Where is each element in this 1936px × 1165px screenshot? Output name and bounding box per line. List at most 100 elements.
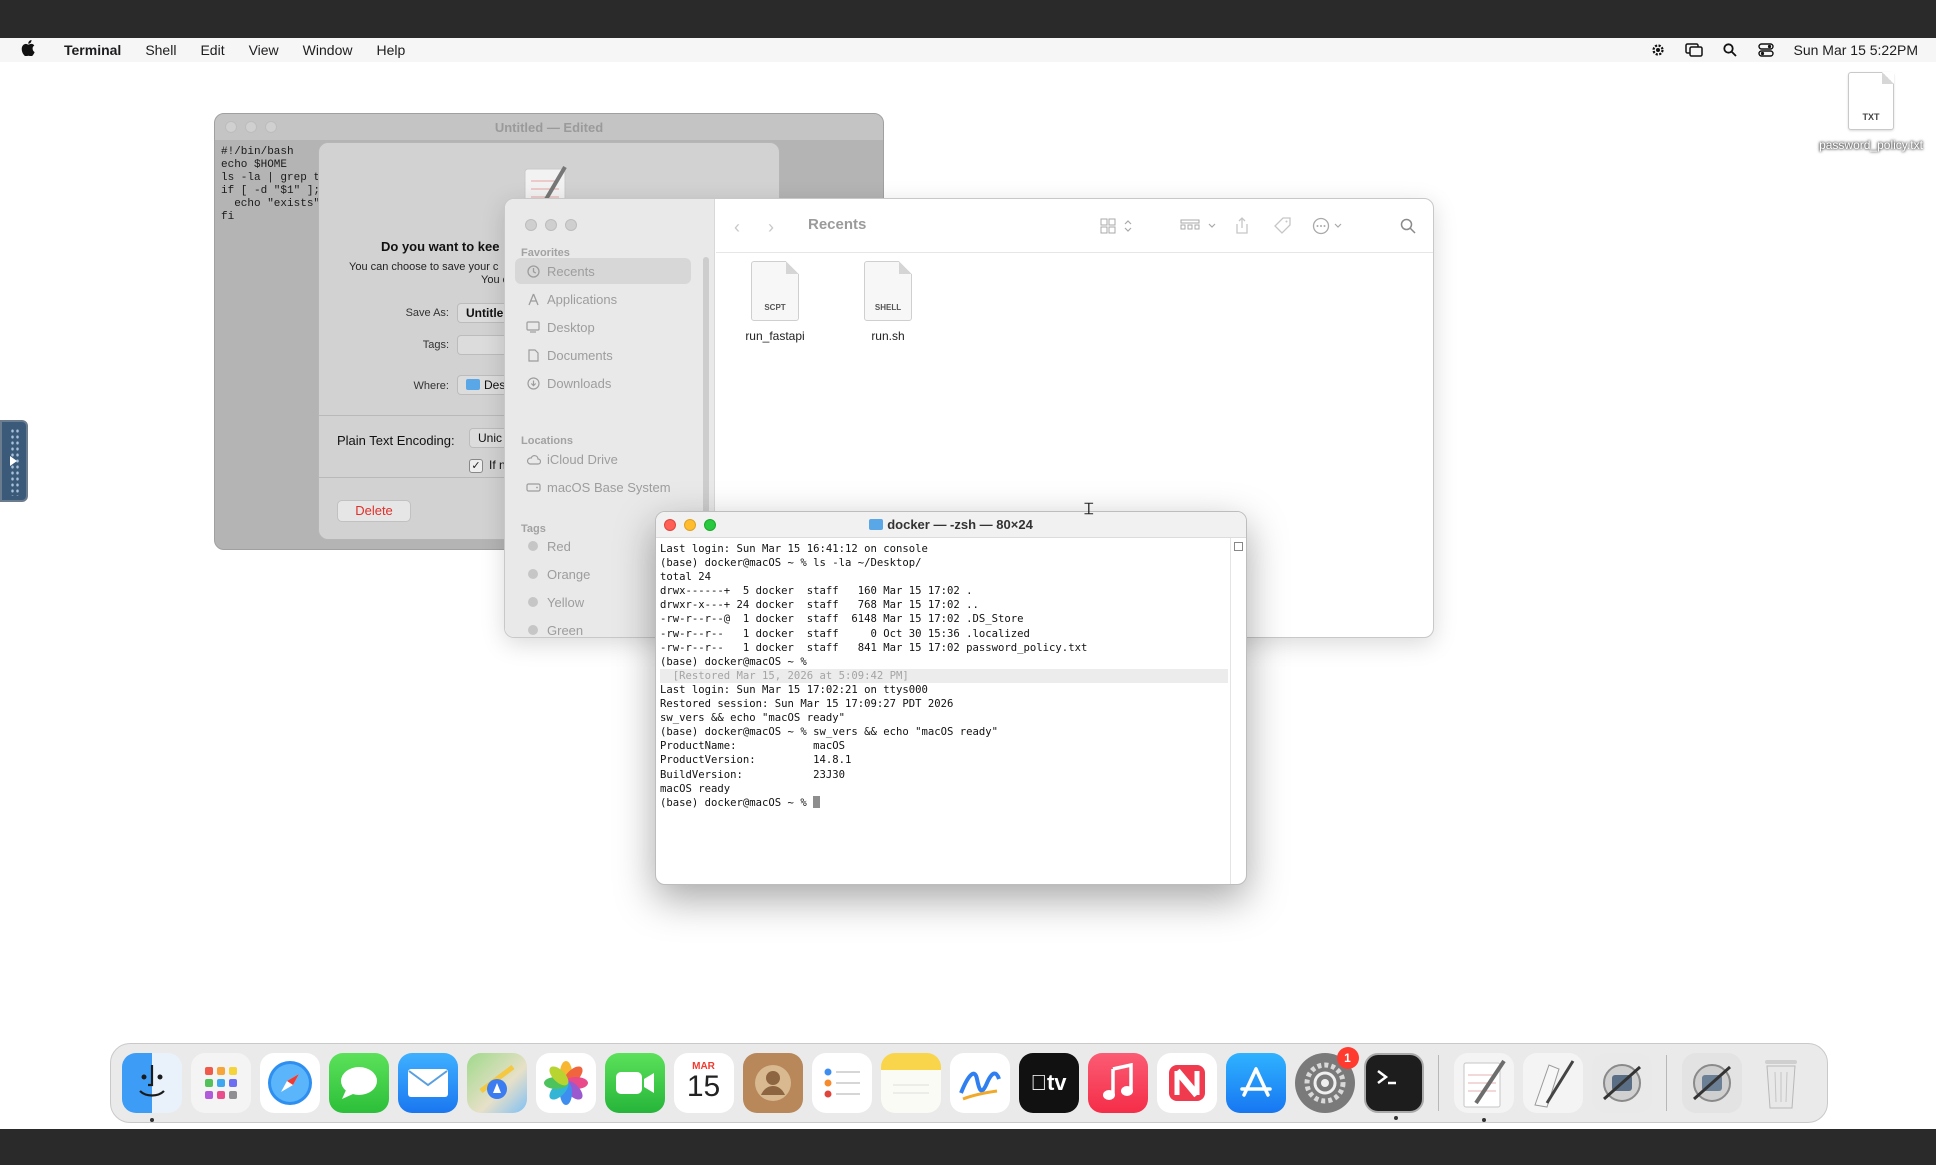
more-actions-icon[interactable] xyxy=(1312,215,1346,237)
dock-trash[interactable] xyxy=(1751,1053,1811,1113)
document-icon xyxy=(525,347,541,363)
finder-minimize-button[interactable] xyxy=(545,219,557,231)
dock-facetime[interactable] xyxy=(604,1053,665,1113)
terminal-line: -rw-r--r--@ 1 docker staff 6148 Mar 15 1… xyxy=(660,613,1024,626)
folder-icon xyxy=(869,519,884,530)
menu-clock[interactable]: Sun Mar 15 5:22PM xyxy=(1793,42,1918,58)
text-cursor xyxy=(813,795,821,808)
dock-terminal[interactable] xyxy=(1363,1053,1424,1120)
dock-automator[interactable] xyxy=(1591,1053,1652,1113)
file-run-sh[interactable]: SHELL run.sh xyxy=(838,261,938,343)
desktop-file-password-policy[interactable]: TXT password_policy.txt xyxy=(1806,72,1936,152)
dock-apple-tv[interactable]: tv xyxy=(1018,1053,1079,1113)
dock-launchpad[interactable] xyxy=(190,1053,251,1113)
video-camera-icon xyxy=(615,1072,654,1094)
dock-app-store[interactable] xyxy=(1225,1053,1286,1113)
terminal-titlebar: docker — -zsh — 80×24 xyxy=(656,512,1246,538)
dock-downloads-stack[interactable] xyxy=(1681,1053,1742,1113)
side-panel-handle[interactable] xyxy=(0,420,28,502)
dock-mail[interactable] xyxy=(397,1053,458,1113)
sidebar-item-desktop[interactable]: Desktop xyxy=(515,314,691,340)
where-label: Where: xyxy=(413,380,449,392)
list-bullets-icon xyxy=(824,1068,860,1098)
finder-close-button[interactable] xyxy=(525,219,537,231)
finder-title: Recents xyxy=(808,216,867,233)
terminal-prompt-line[interactable]: (base) docker@macOS ~ % xyxy=(660,795,1228,810)
dock-photos[interactable] xyxy=(535,1053,596,1113)
menu-edit[interactable]: Edit xyxy=(200,42,224,58)
search-icon[interactable] xyxy=(1400,215,1416,237)
play-icon xyxy=(10,456,17,466)
finder-toolbar: ‹ › Recents xyxy=(716,199,1433,253)
menu-app-name[interactable]: Terminal xyxy=(64,42,121,58)
automator-robot-icon xyxy=(1602,1064,1641,1102)
control-center-icon[interactable] xyxy=(1757,41,1775,59)
dock-safari[interactable] xyxy=(259,1053,320,1113)
menu-shell[interactable]: Shell xyxy=(145,42,176,58)
sidebar-item-documents[interactable]: Documents xyxy=(515,342,691,368)
sidebar-item-macos-base-system[interactable]: macOS Base System xyxy=(515,474,691,500)
txt-file-icon: TXT xyxy=(1848,72,1894,130)
tag-icon[interactable] xyxy=(1274,215,1292,237)
sidebar-item-recents[interactable]: Recents xyxy=(515,258,691,284)
clock-icon xyxy=(525,263,541,279)
terminal-prompt: (base) docker@macOS ~ % xyxy=(660,796,814,809)
terminal-prompt-icon xyxy=(1376,1070,1396,1085)
tag-dot-icon xyxy=(528,541,538,551)
dock-reminders[interactable] xyxy=(811,1053,872,1113)
sidebar-item-icloud-drive[interactable]: iCloud Drive xyxy=(515,446,691,472)
view-icons-icon[interactable] xyxy=(1100,215,1134,237)
dock-calendar[interactable]: MAR 15 xyxy=(673,1053,734,1113)
terminal-line: Last login: Sun Mar 15 17:02:21 on ttys0… xyxy=(660,683,928,696)
dock-finder[interactable] xyxy=(121,1053,182,1122)
terminal-scrollbar[interactable] xyxy=(1230,538,1244,884)
screen-mirroring-icon[interactable] xyxy=(1685,41,1704,59)
gear-status-icon[interactable] xyxy=(1649,41,1667,59)
dock-system-settings[interactable]: 1 xyxy=(1294,1047,1359,1113)
dock-freeform[interactable] xyxy=(949,1053,1010,1113)
textedit-title: Untitled — Edited xyxy=(494,119,604,135)
dock-messages[interactable] xyxy=(328,1053,389,1113)
back-arrow-icon[interactable]: ‹ xyxy=(734,217,740,238)
file-label: run_fastapi xyxy=(745,329,805,343)
dock-music[interactable] xyxy=(1087,1053,1148,1113)
delete-button[interactable]: Delete xyxy=(337,500,411,522)
menu-help[interactable]: Help xyxy=(376,42,405,58)
dock-news[interactable] xyxy=(1156,1053,1217,1113)
message-bubble-icon xyxy=(340,1067,377,1099)
file-run-fastapi[interactable]: SCPT run_fastapi xyxy=(725,261,825,343)
finder-face-icon xyxy=(138,1065,165,1097)
file-label: run.sh xyxy=(871,329,905,343)
photos-flower-icon xyxy=(543,1061,588,1105)
folder-icon xyxy=(466,379,480,390)
sidebar-item-downloads[interactable]: Downloads xyxy=(515,370,691,396)
tag-dot-icon xyxy=(528,569,538,579)
finder-zoom-button[interactable] xyxy=(565,219,577,231)
menu-view[interactable]: View xyxy=(249,42,279,58)
terminal-output[interactable]: Last login: Sun Mar 15 16:41:12 on conso… xyxy=(660,542,1228,810)
menu-window[interactable]: Window xyxy=(303,42,353,58)
share-icon[interactable] xyxy=(1234,215,1250,237)
dock-notes[interactable] xyxy=(880,1053,941,1113)
dock-maps[interactable] xyxy=(466,1053,527,1113)
sidebar-item-applications[interactable]: Applications xyxy=(515,286,691,312)
dock-script-editor[interactable] xyxy=(1522,1053,1583,1113)
disk-icon xyxy=(525,479,541,495)
scroll-marker-icon[interactable] xyxy=(1234,542,1243,551)
save-as-label: Save As: xyxy=(405,307,449,319)
forward-arrow-icon[interactable]: › xyxy=(768,217,774,238)
notes-lines-icon xyxy=(892,1084,929,1094)
menu-bar: Terminal Shell Edit View Window Help Sun… xyxy=(0,38,1936,62)
group-by-icon[interactable] xyxy=(1180,215,1220,237)
freeform-squiggle-icon xyxy=(958,1071,1001,1101)
dock-contacts[interactable] xyxy=(742,1053,803,1113)
ibeam-cursor-icon: ⌶ xyxy=(1084,501,1094,518)
hide-extension-checkbox[interactable]: ✓ xyxy=(469,459,483,473)
music-note-icon xyxy=(1102,1063,1133,1100)
applications-icon xyxy=(525,291,541,307)
spotlight-search-icon[interactable] xyxy=(1721,41,1739,59)
dock-textedit[interactable] xyxy=(1453,1053,1514,1122)
apple-menu-icon[interactable] xyxy=(18,40,38,60)
terminal-line: BuildVersion: 23J30 xyxy=(660,768,845,781)
terminal-window[interactable]: docker — -zsh — 80×24 Last login: Sun Ma… xyxy=(655,511,1247,885)
